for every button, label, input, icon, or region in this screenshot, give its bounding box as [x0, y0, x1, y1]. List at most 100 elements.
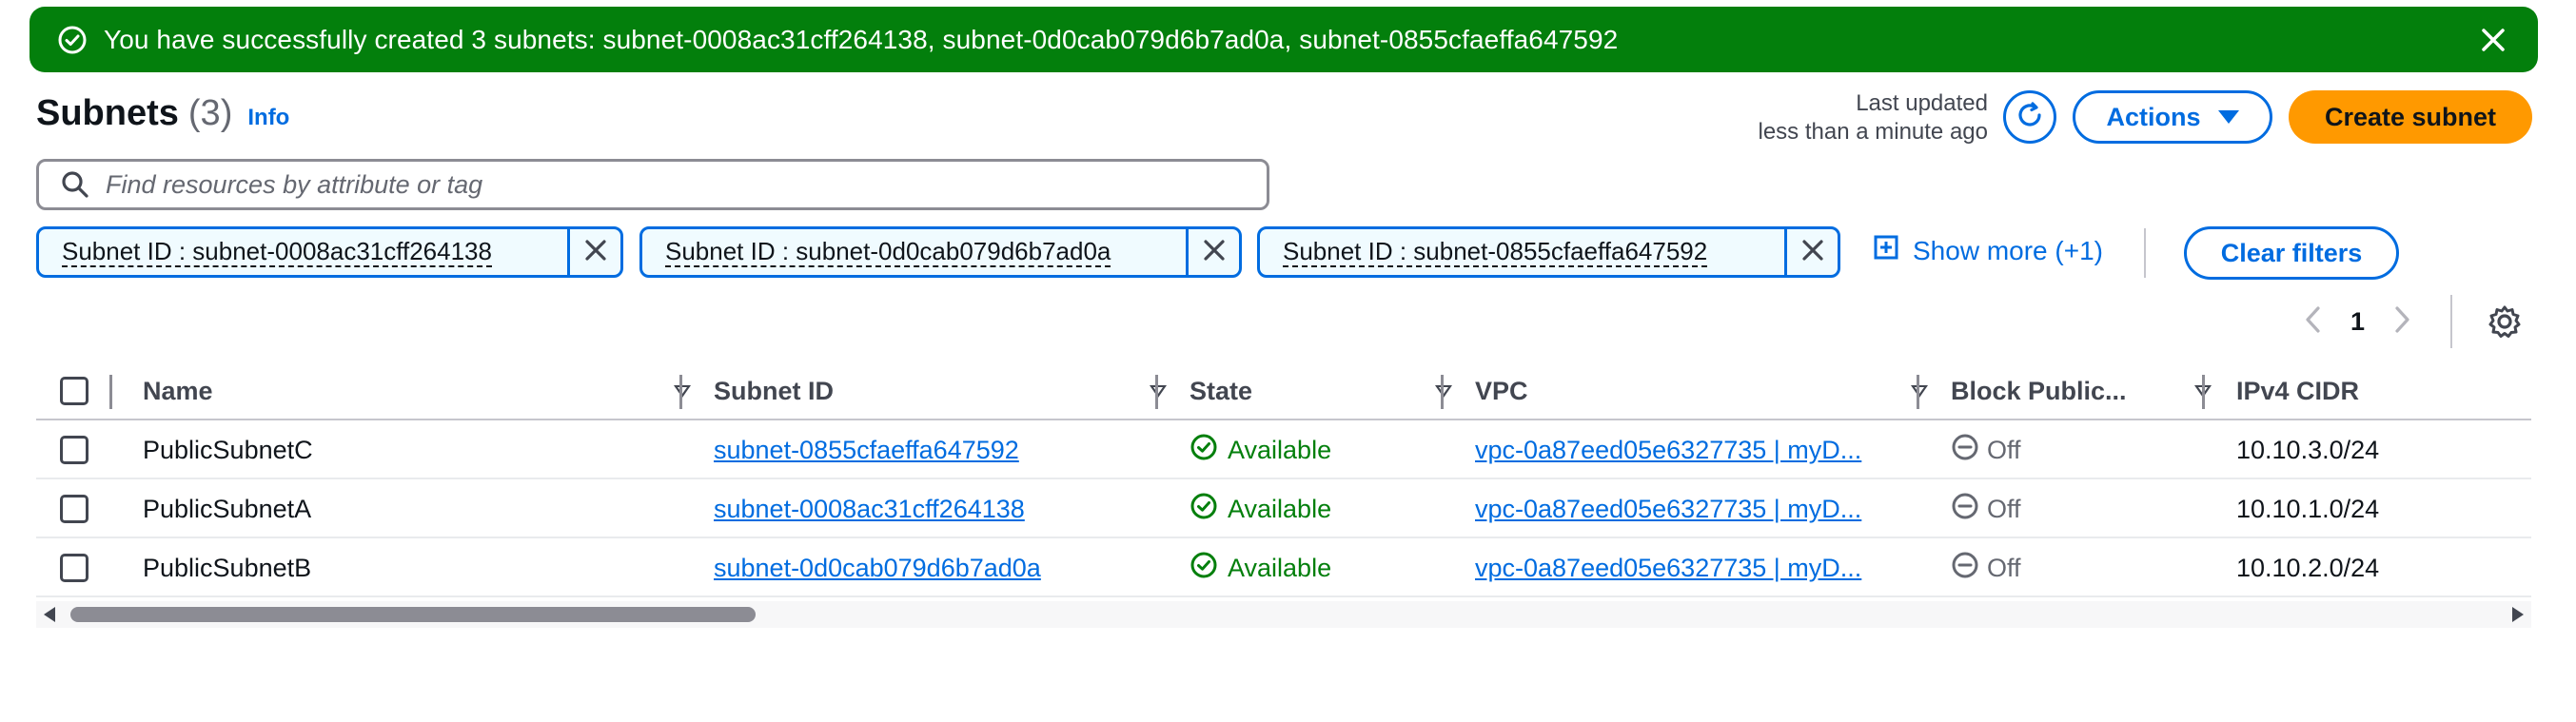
- block-public-status: Off: [1951, 479, 2021, 538]
- sort-icon: [1911, 385, 1928, 398]
- search-icon: [60, 168, 92, 201]
- column-divider[interactable]: [1917, 375, 1919, 409]
- column-divider[interactable]: [2202, 375, 2205, 409]
- select-all-checkbox[interactable]: [60, 361, 88, 420]
- row-checkbox[interactable]: [60, 420, 88, 479]
- column-header-label: Name: [143, 376, 213, 405]
- horizontal-scrollbar[interactable]: [36, 601, 2531, 628]
- vpc-link[interactable]: vpc-0a87eed05e6327735 | myD...: [1475, 420, 1861, 479]
- block-public-label: Off: [1987, 435, 2021, 464]
- column-divider[interactable]: [1155, 375, 1158, 409]
- last-updated: Last updated less than a minute ago: [1759, 89, 1989, 146]
- last-updated-value: less than a minute ago: [1758, 119, 1989, 145]
- success-check-icon: [1190, 551, 1218, 586]
- sort-icon: [674, 385, 691, 398]
- column-header-label: VPC: [1475, 376, 1528, 405]
- filter-token: Subnet ID : subnet-0d0cab079d6b7ad0a: [639, 226, 1242, 278]
- remove-filter-button[interactable]: [567, 229, 620, 275]
- scroll-left-icon[interactable]: [44, 607, 55, 622]
- show-more-filters-button[interactable]: Show more (+1): [1873, 234, 2103, 267]
- column-divider: [109, 375, 112, 409]
- column-divider[interactable]: [679, 375, 682, 409]
- refresh-button[interactable]: [2003, 90, 2056, 144]
- ipv4-cidr: 10.10.3.0/24: [2236, 435, 2380, 464]
- column-header-subnet-id[interactable]: Subnet ID: [714, 361, 1180, 420]
- column-header-label: IPv4 CIDR: [2236, 376, 2360, 405]
- page-number[interactable]: 1: [2350, 307, 2365, 337]
- filter-token-label[interactable]: Subnet ID : subnet-0008ac31cff264138: [39, 229, 567, 275]
- filter-token-text: Subnet ID : subnet-0d0cab079d6b7ad0a: [665, 237, 1111, 267]
- create-subnet-button[interactable]: Create subnet: [2289, 90, 2532, 144]
- scroll-right-icon[interactable]: [2512, 607, 2524, 622]
- divider: [2144, 228, 2146, 278]
- subnets-table: Name Subnet ID State VPC Block Public...…: [36, 361, 2531, 597]
- subnet-name: PublicSubnetA: [143, 494, 312, 523]
- pagination: 1: [2303, 295, 2453, 348]
- ipv4-cidr: 10.10.2.0/24: [2236, 553, 2380, 582]
- block-public-status: Off: [1951, 420, 2021, 479]
- remove-filter-button[interactable]: [1186, 229, 1239, 275]
- column-header-name[interactable]: Name: [143, 361, 695, 420]
- column-header-state[interactable]: State: [1190, 361, 1465, 420]
- filter-token: Subnet ID : subnet-0008ac31cff264138: [36, 226, 623, 278]
- vpc-link[interactable]: vpc-0a87eed05e6327735 | myD...: [1475, 479, 1861, 538]
- table-row[interactable]: PublicSubnetB subnet-0d0cab079d6b7ad0a A…: [36, 538, 2531, 597]
- divider: [2450, 295, 2453, 348]
- table-row[interactable]: PublicSubnetA subnet-0008ac31cff264138 A…: [36, 479, 2531, 538]
- state-label: Available: [1228, 435, 1332, 464]
- search-input[interactable]: [106, 169, 1229, 200]
- chevron-right-icon[interactable]: [2391, 304, 2412, 340]
- minus-circle-icon: [1951, 551, 1979, 586]
- last-updated-label: Last updated: [1856, 90, 1988, 116]
- state-status: Available: [1190, 479, 1331, 538]
- flash-message: You have successfully created 3 subnets:…: [104, 24, 1619, 54]
- subnet-id-link[interactable]: subnet-0d0cab079d6b7ad0a: [714, 538, 1041, 597]
- sort-icon: [1435, 385, 1452, 398]
- state-label: Available: [1228, 494, 1332, 523]
- page-title: Subnets: [36, 93, 179, 133]
- state-status: Available: [1190, 420, 1331, 479]
- sort-icon: [1150, 385, 1167, 398]
- vpc-link[interactable]: vpc-0a87eed05e6327735 | myD...: [1475, 538, 1861, 597]
- filter-token-label[interactable]: Subnet ID : subnet-0d0cab079d6b7ad0a: [642, 229, 1186, 275]
- subnet-id-link[interactable]: subnet-0008ac31cff264138: [714, 479, 1025, 538]
- filter-token-text: Subnet ID : subnet-0008ac31cff264138: [62, 237, 492, 267]
- row-checkbox[interactable]: [60, 479, 88, 538]
- show-more-label: Show more (+1): [1913, 235, 2103, 265]
- gear-icon[interactable]: [2486, 302, 2524, 341]
- column-header-block-public[interactable]: Block Public...: [1951, 361, 2217, 420]
- refresh-icon: [2014, 99, 2046, 136]
- column-header-ipv4-cidr[interactable]: IPv4 CIDR: [2236, 361, 2522, 420]
- clear-filters-button[interactable]: Clear filters: [2184, 226, 2399, 280]
- subnet-id-link[interactable]: subnet-0855cfaeffa647592: [714, 420, 1019, 479]
- success-check-icon: [1190, 433, 1218, 468]
- minus-circle-icon: [1951, 492, 1979, 527]
- remove-filter-button[interactable]: [1784, 229, 1838, 275]
- subnet-name: PublicSubnetB: [143, 553, 312, 582]
- subnet-count: (3): [187, 93, 233, 133]
- scrollbar-thumb[interactable]: [70, 607, 756, 622]
- column-header-vpc[interactable]: VPC: [1475, 361, 1932, 420]
- filter-token-text: Subnet ID : subnet-0855cfaeffa647592: [1283, 237, 1708, 267]
- minus-circle-icon: [1951, 433, 1979, 468]
- success-flash-banner: You have successfully created 3 subnets:…: [29, 7, 2538, 72]
- ipv4-cidr: 10.10.1.0/24: [2236, 494, 2380, 523]
- state-label: Available: [1228, 553, 1332, 582]
- table-header: Name Subnet ID State VPC Block Public...…: [36, 361, 2531, 420]
- row-checkbox[interactable]: [60, 538, 88, 597]
- block-public-status: Off: [1951, 538, 2021, 597]
- column-header-label: Subnet ID: [714, 376, 834, 405]
- close-icon: [583, 238, 608, 267]
- chevron-left-icon[interactable]: [2303, 304, 2324, 340]
- success-check-icon: [56, 24, 88, 56]
- column-header-label: Block Public...: [1951, 376, 2127, 405]
- search-bar[interactable]: [36, 159, 1269, 210]
- info-link[interactable]: Info: [247, 105, 289, 131]
- filter-token-label[interactable]: Subnet ID : subnet-0855cfaeffa647592: [1260, 229, 1784, 275]
- block-public-label: Off: [1987, 553, 2021, 582]
- table-row[interactable]: PublicSubnetC subnet-0855cfaeffa647592 A…: [36, 420, 2531, 479]
- expand-icon: [1873, 234, 1899, 267]
- column-divider[interactable]: [1441, 375, 1444, 409]
- actions-button[interactable]: Actions: [2073, 90, 2272, 144]
- close-icon[interactable]: [2477, 24, 2509, 56]
